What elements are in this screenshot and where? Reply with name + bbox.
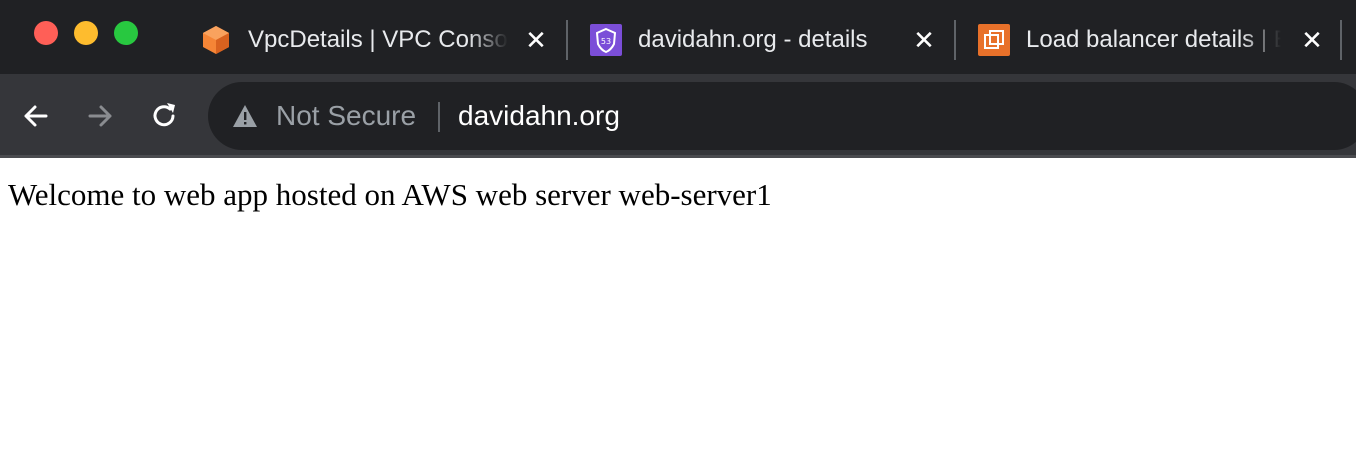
window-minimize-button[interactable] xyxy=(74,21,98,45)
route53-shield-icon: 53 xyxy=(590,24,622,56)
ec2-icon xyxy=(978,24,1010,56)
close-icon[interactable]: ✕ xyxy=(910,26,938,54)
address-divider xyxy=(438,102,440,132)
tab-title-fade xyxy=(1241,20,1281,60)
url-text[interactable]: davidahn.org xyxy=(458,96,620,136)
window-close-button[interactable] xyxy=(34,21,58,45)
orange-cube-icon xyxy=(200,24,232,56)
forward-arrow-icon[interactable] xyxy=(82,98,118,134)
warning-triangle-icon[interactable] xyxy=(232,103,258,129)
tab-load-balancer-details[interactable]: Load balancer details | EC2 ✕ xyxy=(968,0,1338,74)
page-content: Welcome to web app hosted on AWS web ser… xyxy=(0,158,1356,470)
welcome-message: Welcome to web app hosted on AWS web ser… xyxy=(8,177,772,212)
tab-separator xyxy=(1340,20,1342,60)
window-zoom-button[interactable] xyxy=(114,21,138,45)
close-icon[interactable]: ✕ xyxy=(522,26,550,54)
reload-icon[interactable] xyxy=(146,98,182,134)
security-status-label[interactable]: Not Secure xyxy=(276,96,416,136)
tab-strip: VpcDetails | VPC Console ✕ 53 davidahn.o… xyxy=(0,0,1356,74)
tab-title-fade xyxy=(468,20,508,60)
tab-vpc-details[interactable]: VpcDetails | VPC Console ✕ xyxy=(190,0,560,74)
browser-toolbar: Not Secure davidahn.org xyxy=(0,74,1356,158)
tab-title: davidahn.org - details xyxy=(638,26,868,53)
address-bar[interactable]: Not Secure davidahn.org xyxy=(208,82,1356,150)
back-arrow-icon[interactable] xyxy=(18,98,54,134)
close-icon[interactable]: ✕ xyxy=(1298,26,1326,54)
tab-davidahn-details[interactable]: 53 davidahn.org - details ✕ xyxy=(580,0,950,74)
tab-separator xyxy=(954,20,956,60)
svg-text:53: 53 xyxy=(601,37,611,46)
tab-separator xyxy=(566,20,568,60)
